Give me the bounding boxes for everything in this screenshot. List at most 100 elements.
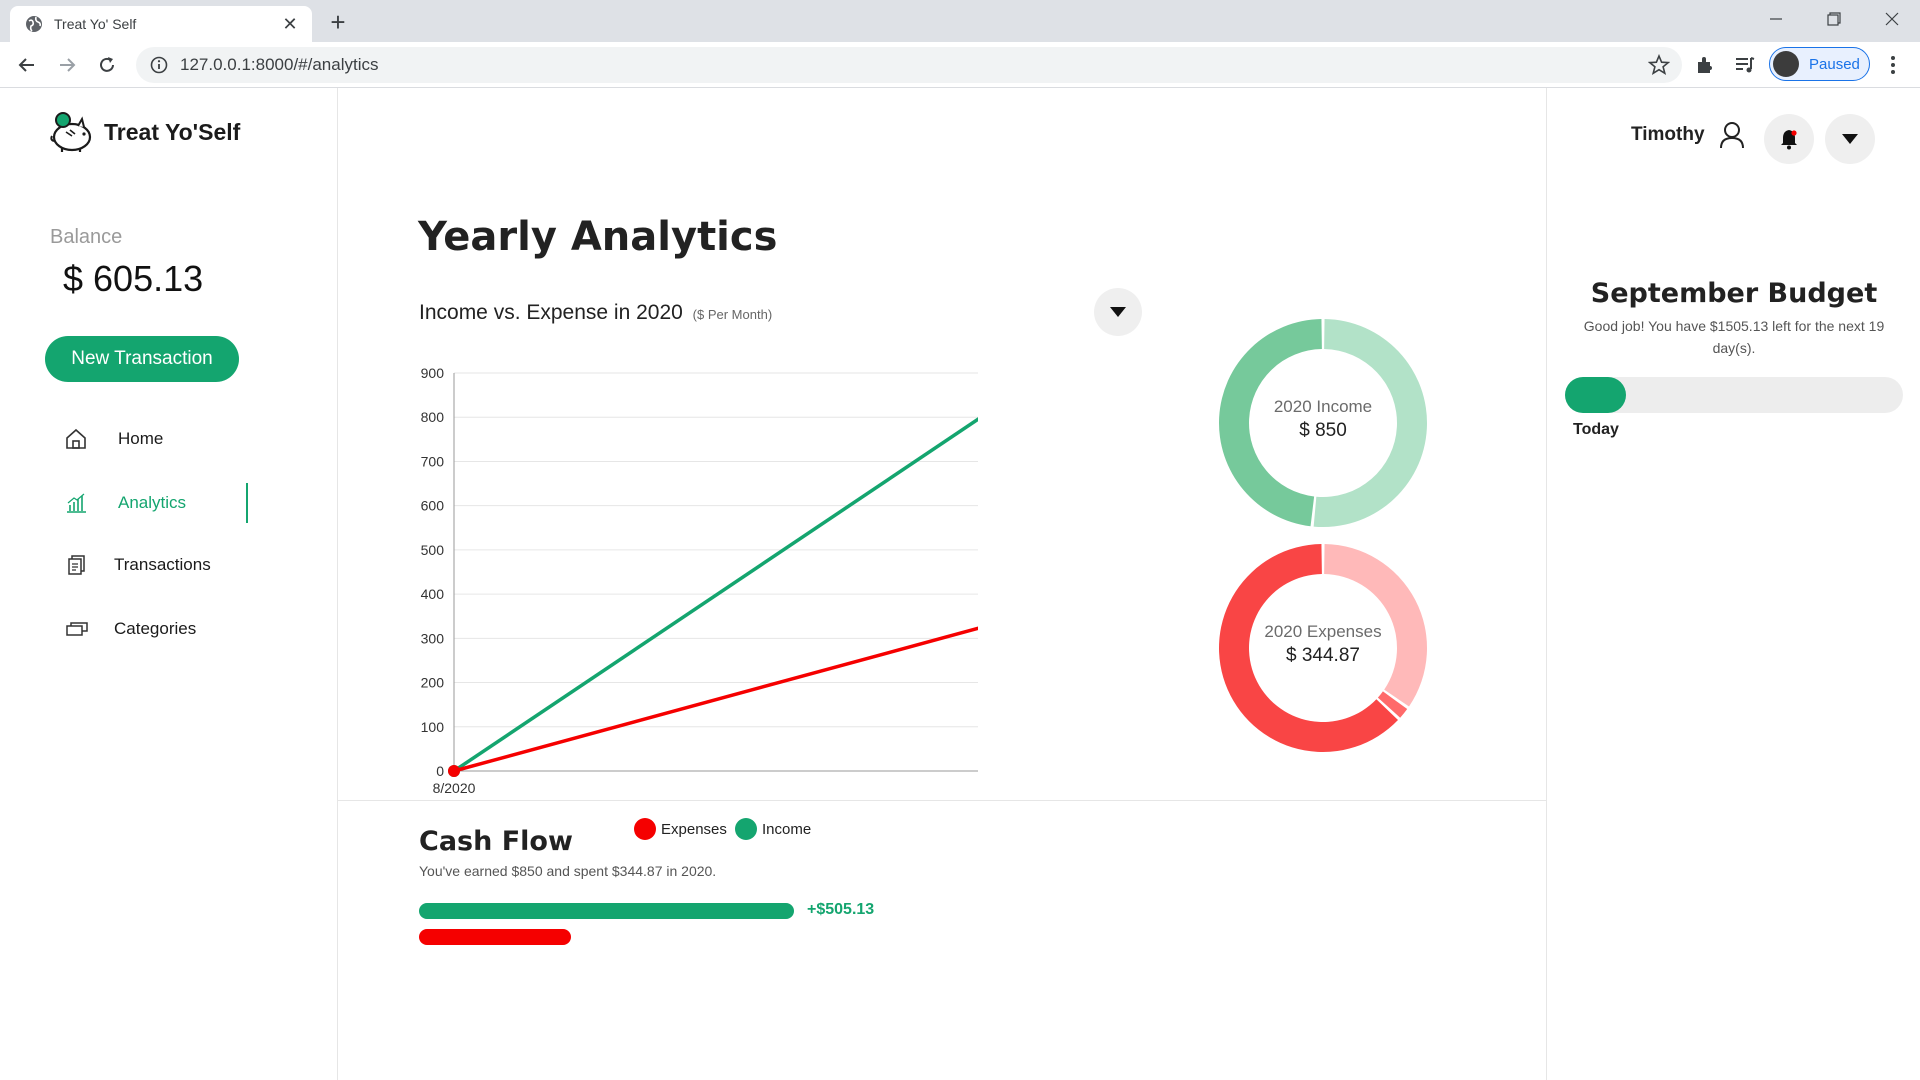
app: Treat Yo'Self Balance $ 605.13 New Trans… [0, 88, 1920, 1080]
expense-donut-value: $ 344.87 [1286, 645, 1360, 666]
chart-title: Income vs. Expense in 2020 ($ Per Month) [419, 301, 772, 325]
legend-marker-expenses [634, 818, 656, 840]
piggy-bank-logo-icon [50, 112, 92, 152]
new-tab-button[interactable]: + [324, 7, 352, 37]
income-donut-value: $ 850 [1299, 420, 1347, 441]
income-donut-title: 2020 Income [1273, 397, 1373, 416]
y-tick-label: 500 [421, 542, 445, 558]
net-cash-flow: +$505.13 [807, 901, 875, 918]
sidebar-item-label: Analytics [118, 493, 187, 512]
profile-avatar [1773, 51, 1799, 77]
budget-progress-track [1565, 377, 1903, 413]
page-title: Yearly Analytics [418, 214, 778, 260]
browser-tab-strip: Treat Yo' Self ✕ + [0, 0, 1920, 42]
close-window-button[interactable] [1864, 0, 1920, 38]
sidebar-item-label: Home [118, 429, 164, 448]
y-tick-label: 0 [436, 763, 444, 779]
chart-title-text: Income vs. Expense in 2020 [419, 301, 683, 324]
expense-donut-label: 2020 Expenses $ 344.87 [1243, 622, 1403, 667]
sidebar-item-label: Categories [114, 619, 197, 638]
reload-icon [100, 57, 114, 72]
series-line-income [453, 417, 978, 773]
notifications-button[interactable] [1764, 114, 1814, 164]
right-panel: Timothy September Budget Good job! You h… [1546, 88, 1920, 1080]
y-tick-label: 100 [421, 719, 445, 735]
cash-flow-title: Cash Flow [419, 826, 573, 857]
close-window-icon [1885, 12, 1899, 26]
logo-text: Treat Yo'Self [104, 118, 241, 145]
chevron-down-icon [1110, 307, 1126, 317]
y-tick-label: 900 [421, 365, 445, 381]
restore-icon [1827, 12, 1841, 26]
income-expense-line-chart: 01002003004005006007008009008/20209/2020… [421, 365, 978, 840]
sidebar-item-label: Transactions [114, 555, 211, 574]
sidebar-item-categories[interactable]: Categories [64, 614, 196, 644]
bookmark-star-icon[interactable] [1648, 54, 1670, 76]
minimize-button[interactable] [1748, 0, 1804, 38]
y-tick-label: 600 [421, 498, 445, 514]
forward-button[interactable] [51, 49, 83, 81]
expense-donut-title: 2020 Expenses [1264, 622, 1382, 641]
sidebar-item-analytics[interactable]: Analytics [64, 488, 186, 518]
active-nav-indicator [246, 483, 248, 523]
section-divider [338, 800, 1546, 801]
cash-flow-subtitle: You've earned $850 and spent $344.87 in … [419, 863, 717, 879]
browser-tab[interactable]: Treat Yo' Self ✕ [10, 6, 312, 42]
year-dropdown-button[interactable] [1094, 288, 1142, 336]
analytics-icon [67, 493, 86, 513]
close-tab-icon[interactable]: ✕ [280, 14, 300, 34]
x-tick-label: 8/2020 [433, 780, 476, 796]
budget-title: September Budget [1590, 278, 1878, 309]
balance-value: $ 605.13 [63, 258, 204, 299]
main-content: Yearly Analytics Income vs. Expense in 2… [338, 88, 1546, 1080]
browser-menu-button[interactable] [1880, 52, 1906, 78]
data-point-expenses [448, 765, 460, 777]
media-queue-icon [1736, 57, 1755, 73]
home-icon [66, 428, 86, 449]
legend-label-expenses: Expenses [661, 821, 727, 838]
chart-subtitle: ($ Per Month) [692, 307, 773, 322]
restore-button[interactable] [1806, 0, 1862, 38]
tab-title: Treat Yo' Self [54, 16, 137, 32]
logo[interactable]: Treat Yo'Self [48, 110, 240, 154]
address-bar[interactable]: 127.0.0.1:8000/#/analytics [136, 47, 1682, 83]
media-button[interactable] [1732, 52, 1758, 78]
income-donut: 2020 Income $ 850 [1218, 318, 1428, 528]
info-icon[interactable] [150, 56, 168, 74]
expense-bar [419, 929, 571, 945]
puzzle-icon [1698, 57, 1712, 73]
series-line-expenses [453, 626, 978, 773]
today-label: Today [1573, 421, 1619, 438]
user-icon[interactable] [1719, 121, 1745, 149]
y-tick-label: 800 [421, 409, 445, 425]
categories-icon [66, 622, 88, 636]
new-transaction-button[interactable]: New Transaction [45, 336, 239, 382]
legend-marker-income [735, 818, 757, 840]
income-donut-label: 2020 Income $ 850 [1243, 397, 1403, 442]
back-button[interactable] [11, 49, 43, 81]
income-bar [419, 903, 794, 919]
y-tick-label: 400 [421, 586, 445, 602]
reload-button[interactable] [91, 49, 123, 81]
sidebar: Treat Yo'Self Balance $ 605.13 New Trans… [0, 88, 338, 1080]
user-menu-button[interactable] [1825, 114, 1875, 164]
sidebar-item-transactions[interactable]: Transactions [64, 550, 211, 580]
user-name[interactable]: Timothy [1631, 124, 1705, 146]
chevron-down-icon [1842, 134, 1858, 144]
sidebar-item-home[interactable]: Home [64, 424, 163, 454]
y-tick-label: 200 [421, 675, 445, 691]
y-tick-label: 700 [421, 453, 445, 469]
profile-status: Paused [1809, 55, 1860, 73]
bell-icon [1781, 130, 1797, 150]
forward-arrow-icon [60, 58, 76, 72]
globe-icon [26, 16, 42, 32]
kebab-menu-icon [1891, 56, 1895, 74]
extensions-button[interactable] [1693, 52, 1719, 78]
expense-donut: 2020 Expenses $ 344.87 [1218, 543, 1428, 753]
profile-button[interactable]: Paused [1769, 47, 1870, 81]
url-text: 127.0.0.1:8000/#/analytics [180, 55, 379, 74]
balance-label: Balance [50, 226, 123, 248]
legend-label-income: Income [762, 821, 811, 838]
budget-progress-fill [1565, 377, 1626, 413]
transactions-icon [68, 555, 85, 575]
